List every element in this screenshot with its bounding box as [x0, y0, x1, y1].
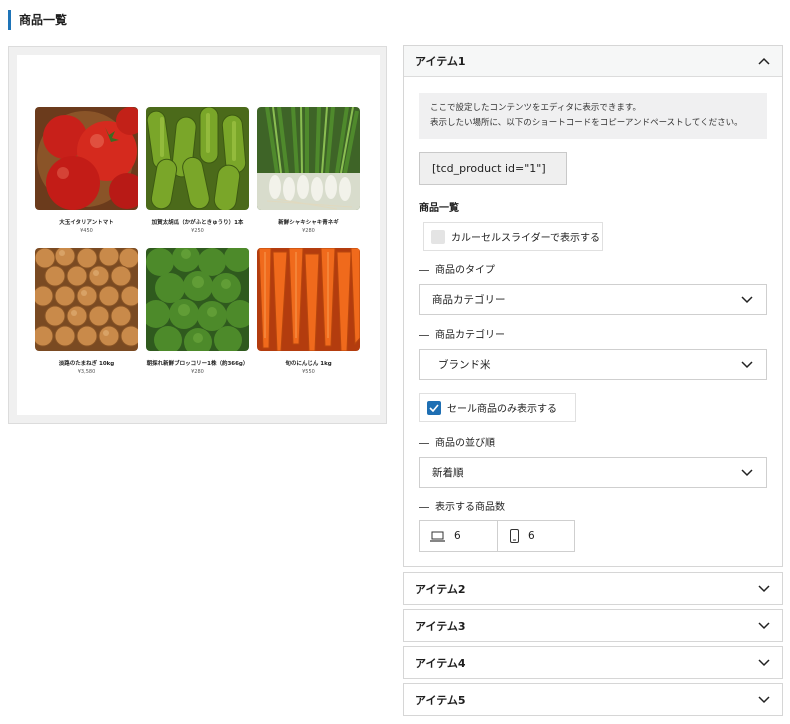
laptop-icon [430, 531, 445, 542]
product-grid: 大玉イタリアントマト ¥450 加賀太胡瓜（かがふときゅうり）1本 ¥250 新… [35, 107, 360, 389]
product-name: 新鮮シャキシャキ青ネギ [278, 220, 339, 226]
product-name: 旬のにんじん 1kg [285, 361, 332, 367]
preview-canvas: 大玉イタリアントマト ¥450 加賀太胡瓜（かがふときゅうり）1本 ¥250 新… [17, 55, 380, 415]
page-title: 商品一覧 [8, 10, 67, 30]
chevron-down-icon[interactable] [757, 582, 771, 596]
product-image-onions [35, 248, 138, 351]
product-price: ¥280 [191, 369, 204, 375]
product-count-inputs: 6 6 [419, 520, 575, 552]
accordion-item-3[interactable]: アイテム3 [403, 609, 783, 642]
product-price: ¥3,580 [77, 369, 96, 375]
product-count-pc-value: 6 [454, 530, 461, 542]
carousel-checkbox-label: カルーセルスライダーで表示する [451, 233, 600, 244]
chevron-down-icon[interactable] [757, 619, 771, 633]
accordion-item-4[interactable]: アイテム4 [403, 646, 783, 679]
product-count-pc-field[interactable]: 6 [420, 521, 497, 551]
product-price: ¥550 [302, 369, 315, 375]
accordion-header-item-2[interactable]: アイテム2 [404, 573, 782, 604]
product-price: ¥280 [302, 228, 315, 234]
accordion-body-item-1: ここで設定したコンテンツをエディタに表示できます。 表示したい場所に、以下のショ… [404, 77, 782, 566]
info-box: ここで設定したコンテンツをエディタに表示できます。 表示したい場所に、以下のショ… [419, 93, 767, 139]
chevron-down-icon [740, 358, 754, 372]
product-type-select[interactable]: 商品カテゴリー [419, 284, 767, 315]
product-order-select[interactable]: 新着順 [419, 457, 767, 488]
accordion-title: アイテム3 [415, 619, 466, 633]
product-image-broccoli [146, 248, 249, 351]
product-order-label: 商品の並び順 [419, 434, 495, 449]
sale-only-checkbox[interactable] [427, 400, 441, 415]
preview-panel: 大玉イタリアントマト ¥450 加賀太胡瓜（かがふときゅうり）1本 ¥250 新… [8, 46, 387, 424]
accordion-item-2[interactable]: アイテム2 [403, 572, 783, 605]
sale-only-checkbox-label: セール商品のみ表示する [447, 404, 557, 415]
carousel-checkbox-row[interactable]: カルーセルスライダーで表示する [423, 222, 603, 251]
accordion-header-item-1[interactable]: アイテム1 [404, 46, 782, 77]
chevron-up-icon[interactable] [757, 54, 771, 68]
product-image-tomatoes [35, 107, 138, 210]
dash-icon [419, 334, 429, 336]
dash-icon [419, 506, 429, 508]
chevron-down-icon[interactable] [757, 693, 771, 707]
product-card: 朝採れ新鮮ブロッコリー1株（約366g） ¥280 [146, 248, 249, 389]
shortcode-box[interactable]: [tcd_product id="1"] [419, 152, 567, 185]
product-card: 旬のにんじん 1kg ¥550 [257, 248, 360, 389]
smartphone-icon [510, 529, 519, 543]
product-name: 大玉イタリアントマト [59, 220, 114, 226]
product-card: 淡路のたまねぎ 10kg ¥3,580 [35, 248, 138, 389]
dash-icon [419, 442, 429, 444]
chevron-down-icon[interactable] [757, 656, 771, 670]
product-image-carrots [257, 248, 360, 351]
product-name: 加賀太胡瓜（かがふときゅうり）1本 [151, 220, 244, 226]
product-count-label-text: 表示する商品数 [435, 502, 505, 513]
accordion-title: アイテム1 [415, 55, 466, 68]
product-category-value: ブランド米 [438, 359, 491, 371]
accordion-title: アイテム5 [415, 693, 466, 707]
product-name: 朝採れ新鮮ブロッコリー1株（約366g） [146, 361, 249, 367]
product-type-label: 商品のタイプ [419, 261, 495, 276]
product-image-cucumbers [146, 107, 249, 210]
carousel-checkbox[interactable] [431, 229, 445, 244]
product-price: ¥250 [191, 228, 204, 234]
product-count-sp-value: 6 [528, 530, 535, 542]
product-card: 大玉イタリアントマト ¥450 [35, 107, 138, 248]
product-order-label-text: 商品の並び順 [435, 438, 495, 449]
sale-only-checkbox-row[interactable]: セール商品のみ表示する [419, 393, 576, 422]
chevron-down-icon [740, 466, 754, 480]
info-text-line1: ここで設定したコンテンツをエディタに表示できます。 [430, 103, 642, 113]
chevron-down-icon [740, 293, 754, 307]
accordion-title: アイテム4 [415, 656, 466, 670]
accordion-header-item-5[interactable]: アイテム5 [404, 684, 782, 715]
product-category-label: 商品カテゴリー [419, 326, 505, 341]
product-category-label-text: 商品カテゴリー [435, 330, 505, 341]
product-type-value: 商品カテゴリー [432, 294, 506, 306]
product-card: 新鮮シャキシャキ青ネギ ¥280 [257, 107, 360, 248]
accordion-item-5[interactable]: アイテム5 [403, 683, 783, 716]
check-icon [429, 403, 439, 412]
accordion-item-1: アイテム1 ここで設定したコンテンツをエディタに表示できます。 表示したい場所に… [403, 45, 783, 567]
accordion-title: アイテム2 [415, 582, 466, 596]
accordion-header-item-3[interactable]: アイテム3 [404, 610, 782, 641]
product-count-label: 表示する商品数 [419, 498, 505, 513]
product-type-label-text: 商品のタイプ [435, 265, 495, 276]
product-card: 加賀太胡瓜（かがふときゅうり）1本 ¥250 [146, 107, 249, 248]
product-price: ¥450 [80, 228, 93, 234]
product-image-green-onions [257, 107, 360, 210]
product-name: 淡路のたまねぎ 10kg [58, 361, 115, 367]
info-text-line2: 表示したい場所に、以下のショートコードをコピーアンドペーストしてください。 [430, 118, 743, 128]
product-count-sp-field[interactable]: 6 [497, 521, 574, 551]
product-category-select[interactable]: ブランド米 [419, 349, 767, 380]
accordion-header-item-4[interactable]: アイテム4 [404, 647, 782, 678]
section-title: 商品一覧 [419, 203, 459, 214]
product-order-value: 新着順 [432, 467, 464, 479]
dash-icon [419, 269, 429, 271]
